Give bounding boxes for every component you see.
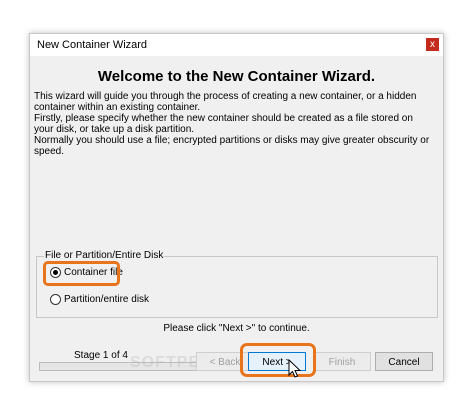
window-title: New Container Wizard: [37, 39, 148, 51]
intro-paragraph-2: Firstly, please specify whether the new …: [34, 113, 413, 135]
group-label: File or Partition/Entire Disk: [44, 250, 165, 261]
radio-unselected-icon[interactable]: [50, 294, 61, 305]
title-bar: New Container Wizard x: [30, 34, 443, 56]
radio-partition[interactable]: Partition/entire disk: [50, 294, 149, 305]
mouse-pointer-icon: [288, 359, 302, 378]
intro-paragraph-1: This wizard will guide you through the p…: [34, 91, 417, 113]
finish-button[interactable]: Finish: [313, 352, 371, 371]
cancel-button[interactable]: Cancel: [375, 352, 433, 371]
wizard-heading: Welcome to the New Container Wizard.: [97, 68, 376, 85]
highlight-container-file: [43, 261, 120, 286]
stage-label: Stage 1 of 4: [74, 350, 128, 361]
intro-text: This wizard will guide you through the p…: [34, 91, 434, 157]
radio-label-partition: Partition/entire disk: [64, 294, 150, 305]
close-button[interactable]: x: [426, 38, 439, 51]
wizard-window: New Container Wizard x Welcome to the Ne…: [29, 33, 444, 382]
continue-hint: Please click "Next >" to continue.: [163, 323, 310, 334]
intro-paragraph-3: Normally you should use a file; encrypte…: [34, 135, 430, 157]
highlight-next-button: [240, 343, 316, 377]
